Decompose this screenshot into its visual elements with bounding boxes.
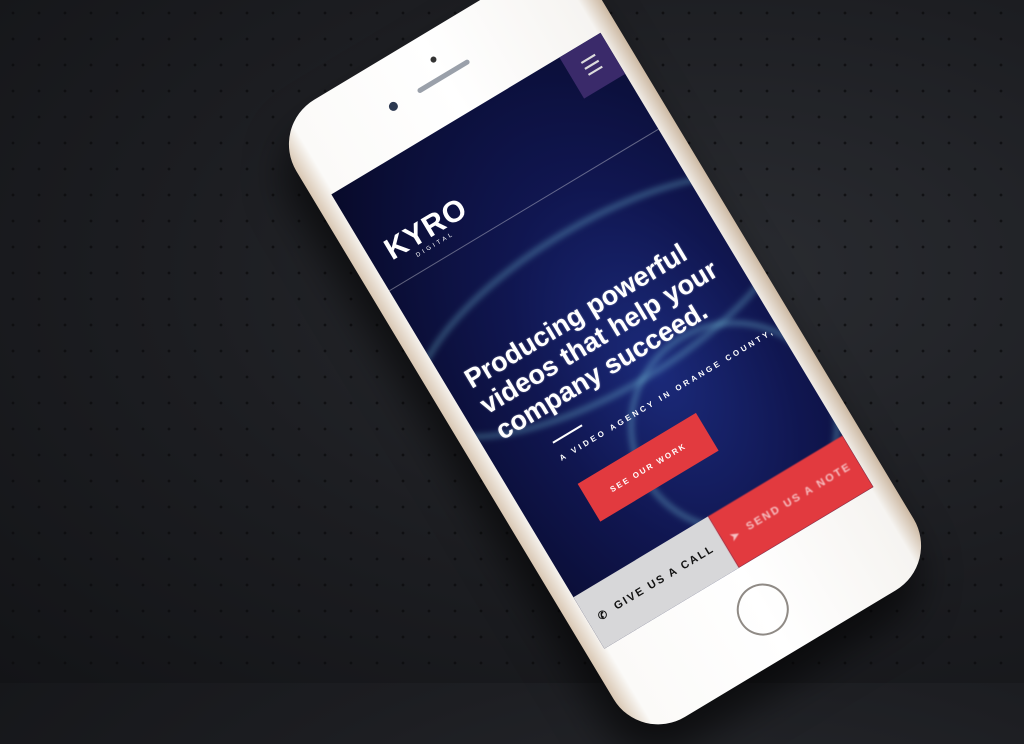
paper-plane-icon: ➤ [727,527,744,544]
front-camera [387,100,400,113]
front-sensor [429,55,438,64]
call-label: GIVE US A CALL [611,542,717,613]
hamburger-icon[interactable]: ☰ [559,32,626,99]
earpiece-speaker [416,58,471,94]
phone-icon: ✆ [595,606,612,623]
hero-rule [552,424,583,444]
site-header: ☰ [331,32,626,236]
home-button[interactable] [727,573,799,646]
give-us-a-call-button[interactable]: ✆ GIVE US A CALL [573,516,739,649]
